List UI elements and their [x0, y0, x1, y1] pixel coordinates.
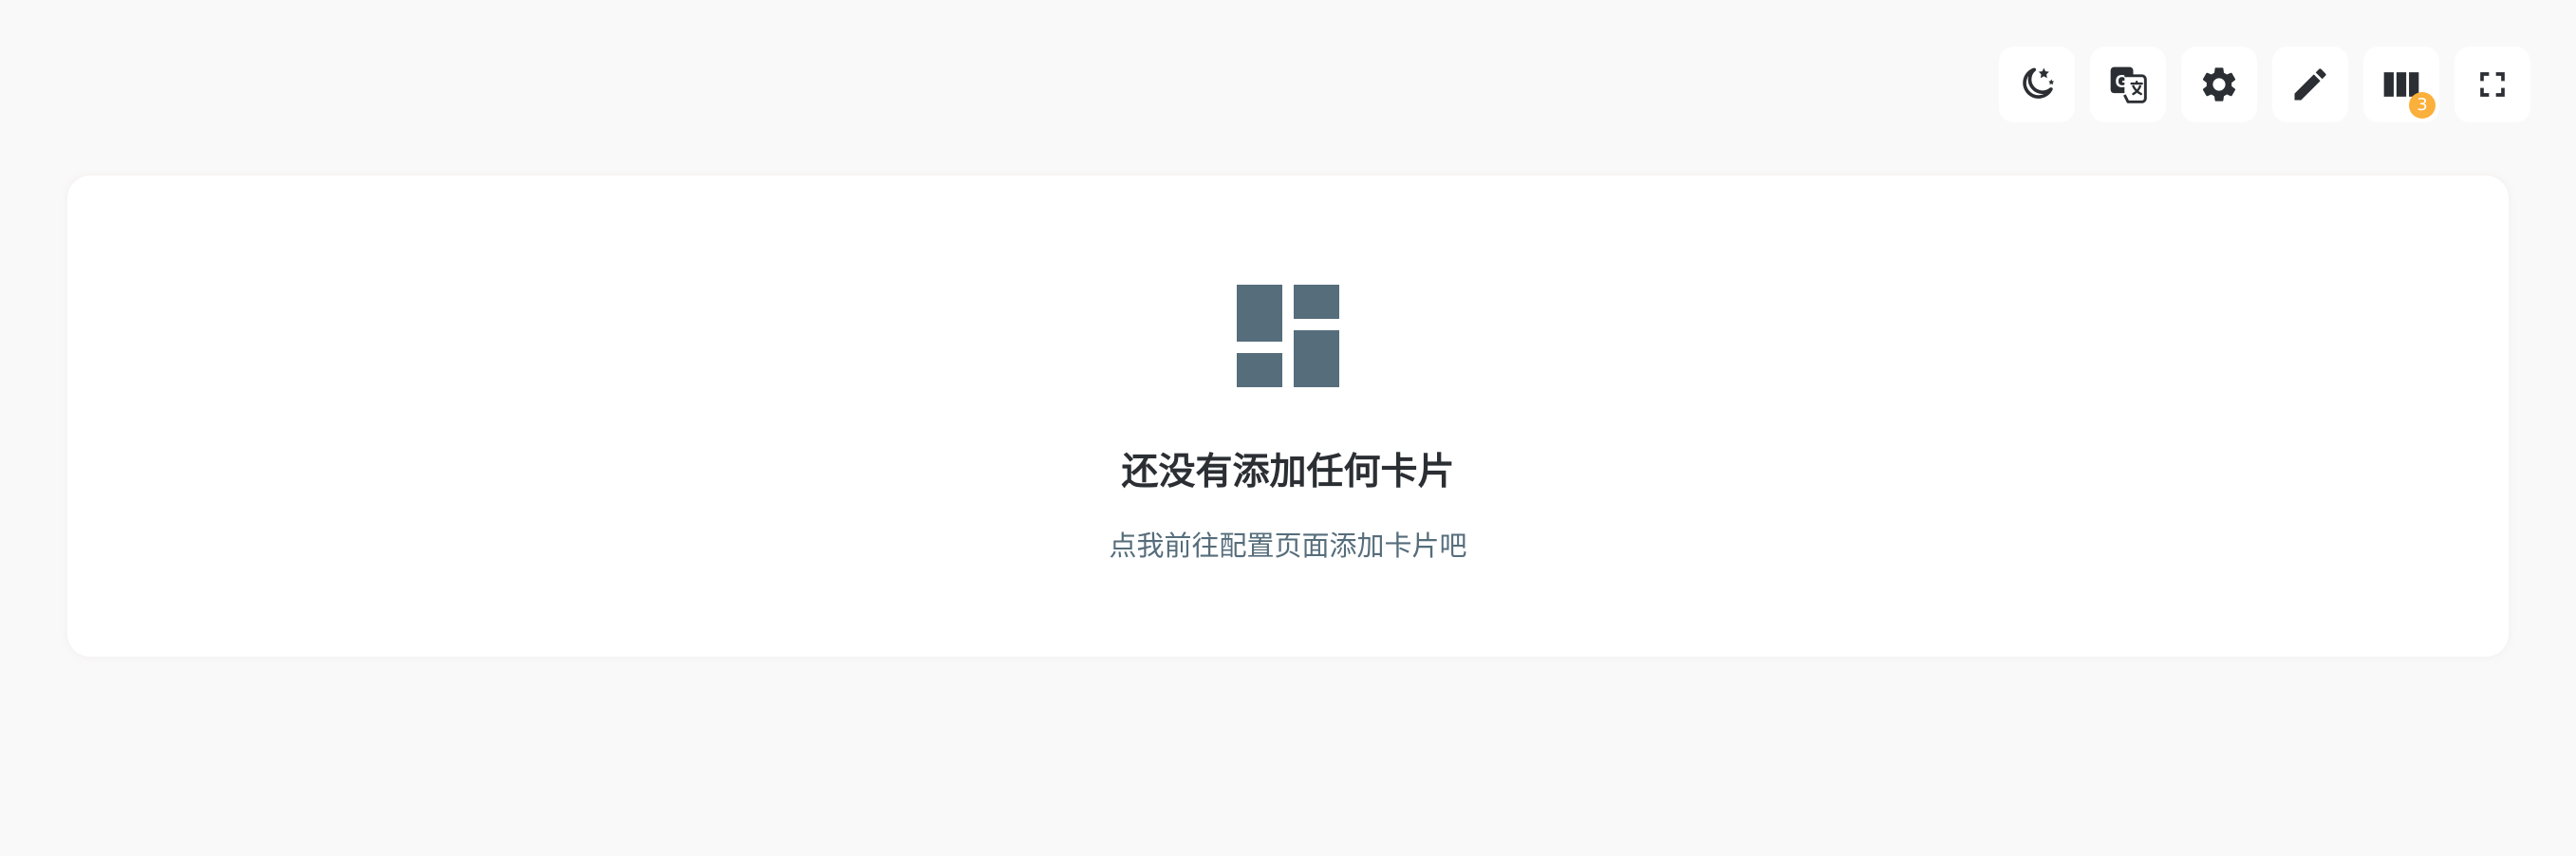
theme-toggle-button[interactable]: [1999, 47, 2075, 122]
fullscreen-button[interactable]: [2455, 47, 2530, 122]
dashboard-icon: [1237, 285, 1339, 387]
settings-button[interactable]: [2181, 47, 2257, 122]
columns-count-badge: 3: [2409, 92, 2436, 119]
edit-button[interactable]: [2272, 47, 2348, 122]
gear-icon: [2202, 67, 2236, 102]
columns-button[interactable]: 3: [2363, 47, 2439, 122]
empty-state-title: 还没有添加任何卡片: [1121, 451, 1455, 493]
translate-button[interactable]: G: [2090, 47, 2166, 122]
empty-cards-panel[interactable]: [67, 176, 2509, 657]
top-toolbar: G 3: [1999, 47, 2530, 122]
theme-night-icon: [2023, 67, 2055, 99]
translate-icon: G: [2110, 66, 2147, 103]
fullscreen-icon: [2480, 72, 2505, 97]
empty-state-link[interactable]: 点我前往配置页面添加卡片吧: [0, 527, 2576, 565]
pencil-icon: [2294, 68, 2326, 101]
